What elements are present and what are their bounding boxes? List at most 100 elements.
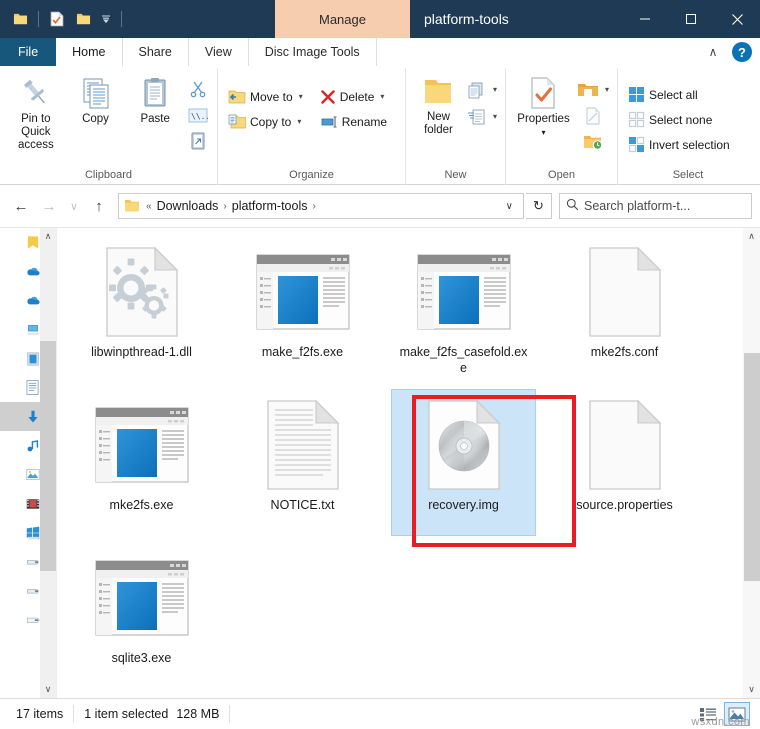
collapse-ribbon-icon[interactable]: ∧ (704, 45, 722, 59)
nav-scroll-up-icon[interactable]: ∧ (40, 228, 56, 245)
new-folder-button[interactable]: New folder (412, 72, 465, 137)
sidebar-item-downloads[interactable] (0, 402, 40, 431)
file-list-pane[interactable]: libwinpthread-1.dll make_f2fs.exe make_f… (56, 228, 760, 698)
usb-drive-icon (27, 588, 40, 593)
navigation-pane-list (0, 228, 40, 698)
quick-access-toolbar (0, 0, 126, 38)
paste-button[interactable]: Paste (125, 72, 185, 126)
cut-icon[interactable] (185, 77, 211, 101)
onedrive-cloud-icon (27, 296, 40, 305)
file-scroll-thumb[interactable] (743, 353, 760, 581)
easy-access-caret-icon[interactable]: ▾ (493, 112, 497, 121)
recent-locations-button[interactable]: ∨ (64, 193, 84, 219)
sidebar-item-pictures[interactable] (0, 460, 40, 489)
delete-caret-icon[interactable]: ▾ (380, 92, 384, 101)
maximize-button[interactable] (668, 0, 714, 38)
easy-access-button[interactable]: ▾ (465, 104, 499, 129)
breadcrumb[interactable]: « Downloads › platform-tools › ∨ (118, 193, 524, 219)
tab-view[interactable]: View (188, 38, 249, 66)
file-scroll-track[interactable] (743, 245, 760, 681)
invert-selection-button[interactable]: Invert selection (624, 132, 734, 157)
close-button[interactable] (714, 0, 760, 38)
tab-file[interactable]: File (0, 38, 57, 66)
copy-path-icon[interactable]: \\... (185, 103, 211, 127)
text-file-icon (255, 397, 351, 493)
file-item[interactable]: make_f2fs_casefold.exe (383, 234, 544, 387)
file-item[interactable]: sqlite3.exe (61, 540, 222, 693)
qat-folder-icon[interactable] (8, 5, 32, 33)
sidebar-item-music[interactable] (0, 431, 40, 460)
move-to-button[interactable]: Move to ▾ (224, 84, 307, 109)
copy-to-button[interactable]: Copy to ▾ (224, 109, 307, 134)
file-item[interactable]: make_f2fs.exe (222, 234, 383, 387)
qat-customize-caret-icon[interactable] (97, 5, 115, 33)
status-selection-size: 128 MB (176, 707, 220, 721)
select-none-button[interactable]: Select none (624, 107, 734, 132)
up-button[interactable]: ↑ (86, 193, 112, 219)
delete-button[interactable]: Delete ▾ (316, 84, 391, 109)
sidebar-item-onedrive-personal[interactable] (0, 257, 40, 286)
sidebar-item-usb-drive-1[interactable] (0, 547, 40, 576)
help-icon[interactable]: ? (732, 42, 752, 62)
qat-new-folder-icon[interactable] (71, 5, 95, 33)
file-item[interactable]: mke2fs.exe (61, 387, 222, 540)
file-item[interactable]: libwinpthread-1.dll (61, 234, 222, 387)
ribbon-group-label-new: New (444, 169, 467, 181)
exe-app-icon (416, 244, 512, 340)
search-box[interactable]: Search platform-t... (559, 193, 752, 219)
refresh-button[interactable]: ↻ (526, 193, 552, 219)
file-item[interactable]: mke2fs.conf (544, 234, 705, 387)
back-button[interactable]: ← (8, 193, 34, 219)
breadcrumb-dropdown-icon[interactable]: ∨ (500, 201, 519, 212)
forward-button[interactable]: → (36, 193, 62, 219)
tab-share[interactable]: Share (122, 38, 189, 66)
file-scroll-up-icon[interactable]: ∧ (744, 228, 760, 245)
edit-icon[interactable] (580, 104, 606, 128)
pin-to-quick-access-button[interactable]: Pin to Quick access (6, 72, 66, 152)
tab-home[interactable]: Home (56, 38, 123, 66)
status-selection-info: 1 item selected (84, 707, 169, 721)
nav-scroll-down-icon[interactable]: ∨ (40, 681, 56, 698)
file-pane-scrollbar[interactable]: ∧ ∨ (743, 228, 760, 698)
breadcrumb-separator-2[interactable]: › (310, 201, 317, 212)
search-input[interactable]: Search platform-t... (584, 199, 690, 213)
tab-disc-image-tools[interactable]: Disc Image Tools (248, 38, 377, 66)
search-icon (566, 198, 579, 214)
sidebar-item-windows-drive[interactable] (0, 518, 40, 547)
nav-scroll-track[interactable] (40, 245, 56, 681)
file-item[interactable]: source.properties (544, 387, 705, 540)
history-icon[interactable] (580, 130, 606, 154)
sidebar-item-this-pc[interactable] (0, 315, 40, 344)
move-to-caret-icon[interactable]: ▾ (299, 92, 303, 101)
open-with-button[interactable]: ▾ (575, 77, 611, 102)
sidebar-item-usb-drive-2[interactable] (0, 576, 40, 605)
new-item-caret-icon[interactable]: ▾ (493, 85, 497, 94)
select-all-button[interactable]: Select all (624, 82, 734, 107)
copy-button[interactable]: Copy (66, 72, 126, 126)
properties-button[interactable]: Properties ▾ (512, 72, 575, 139)
breadcrumb-segment-platform-tools[interactable]: platform-tools (229, 199, 311, 213)
sidebar-item-external-drive[interactable] (0, 605, 40, 634)
rename-button[interactable]: Rename (316, 109, 391, 134)
sidebar-item-3d-objects[interactable] (0, 344, 40, 373)
breadcrumb-separator-1[interactable]: › (221, 201, 228, 212)
open-with-caret-icon[interactable]: ▾ (605, 85, 609, 94)
nav-scroll-thumb[interactable] (40, 341, 56, 571)
file-item-selected[interactable]: recovery.img (383, 387, 544, 540)
paste-shortcut-icon[interactable] (185, 129, 211, 153)
qat-properties-icon[interactable] (45, 5, 69, 33)
new-item-button[interactable]: ▾ (465, 77, 499, 102)
properties-caret-icon[interactable]: ▾ (541, 128, 545, 137)
sidebar-item-documents[interactable] (0, 373, 40, 402)
sidebar-item-videos[interactable] (0, 489, 40, 518)
qat-separator (38, 11, 39, 27)
sidebar-item-onedrive-work[interactable] (0, 286, 40, 315)
sidebar-item-quick-access[interactable] (0, 228, 40, 257)
breadcrumb-prefix[interactable]: « (144, 201, 154, 212)
file-scroll-down-icon[interactable]: ∨ (744, 681, 760, 698)
file-item[interactable]: NOTICE.txt (222, 387, 383, 540)
navigation-pane-scrollbar[interactable]: ∧ ∨ (40, 228, 56, 698)
copy-to-caret-icon[interactable]: ▾ (297, 117, 301, 126)
minimize-button[interactable] (622, 0, 668, 38)
breadcrumb-segment-downloads[interactable]: Downloads (154, 199, 222, 213)
